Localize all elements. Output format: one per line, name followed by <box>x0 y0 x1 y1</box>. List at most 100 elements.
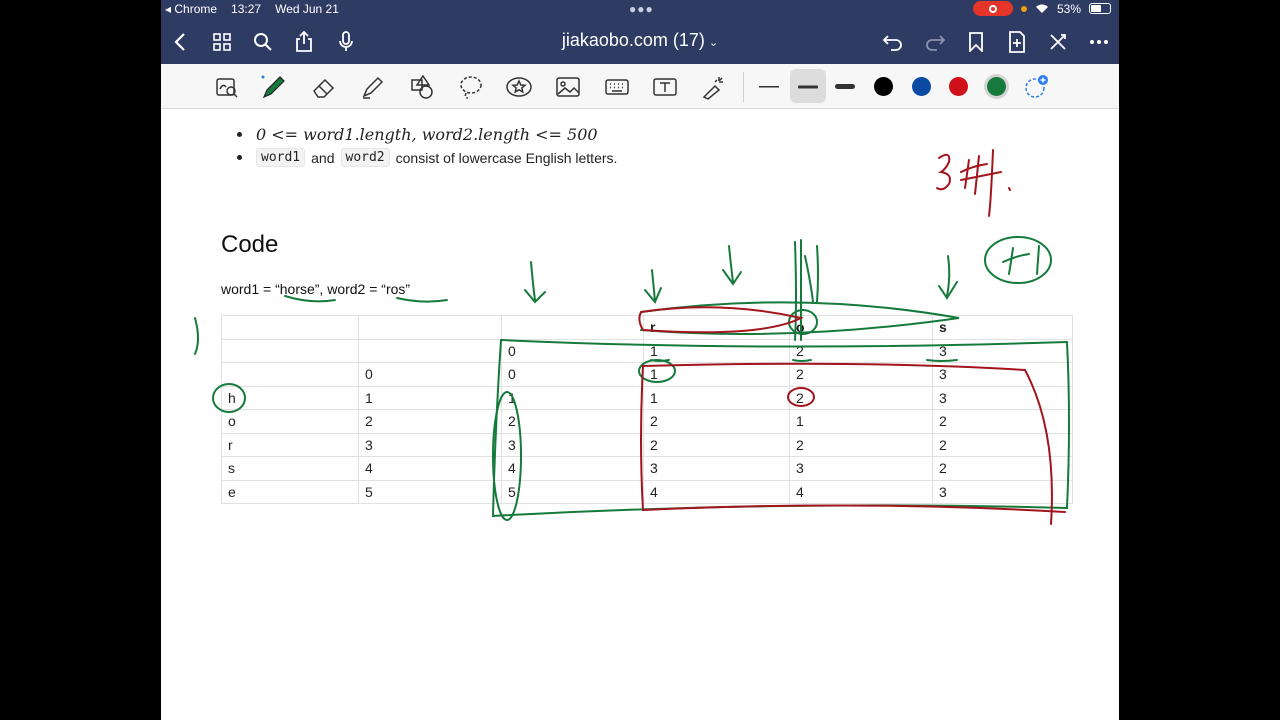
thick-stroke-icon[interactable] <box>830 72 860 102</box>
bullet-dot <box>237 155 242 160</box>
grid-icon[interactable] <box>209 29 235 55</box>
table-cell: 3 <box>932 338 1073 363</box>
table-cell: 2 <box>932 432 1073 457</box>
constraint-length: 0 <= word1.length, word2.length <= 500 <box>237 125 598 144</box>
code-word1: word1 <box>256 148 306 167</box>
table-cell <box>501 315 644 340</box>
section-heading-code: Code <box>221 231 279 258</box>
example-input: word1 = “horse”, word2 = “ros” <box>221 281 411 297</box>
table-cell: 1 <box>358 385 502 410</box>
text-box-icon[interactable] <box>650 72 680 102</box>
zoom-lasso-icon[interactable] <box>212 72 242 102</box>
table-cell: r <box>643 315 790 340</box>
status-time: 13:27 <box>231 2 262 16</box>
drawing-toolbar <box>161 64 1119 109</box>
table-cell: o <box>789 315 933 340</box>
color-green-swatch-selected[interactable] <box>987 77 1006 96</box>
table-cell: 2 <box>932 409 1073 434</box>
table-cell: 0 <box>501 338 644 363</box>
table-cell: 3 <box>358 432 502 457</box>
table-cell: 3 <box>932 479 1073 504</box>
table-cell: s <box>932 315 1073 340</box>
battery-percent: 53% <box>1056 1 1081 16</box>
back-to-app-link[interactable]: ◂ Chrome <box>165 2 217 16</box>
ipad-screen: ◂ Chrome 13:27 Wed Jun 21 ●●● 53% jiakao… <box>161 0 1119 720</box>
mic-icon[interactable] <box>333 29 359 55</box>
table-row: 00123 <box>221 362 1073 387</box>
dp-table: ros012300123h11123o22212r33222s44332e554… <box>221 315 1073 504</box>
table-cell: 2 <box>789 338 933 363</box>
table-cell: 2 <box>643 409 790 434</box>
color-blue-swatch[interactable] <box>912 77 931 96</box>
screen-recording-icon[interactable] <box>972 1 1013 16</box>
table-cell: 3 <box>789 456 933 481</box>
color-red-swatch[interactable] <box>949 77 968 96</box>
add-page-icon[interactable] <box>1004 29 1030 55</box>
bookmark-icon[interactable] <box>963 29 989 55</box>
table-cell: 5 <box>501 479 644 504</box>
table-cell <box>358 338 502 363</box>
table-cell: 4 <box>789 479 933 504</box>
color-black-swatch[interactable] <box>874 77 893 96</box>
table-cell: 3 <box>932 362 1073 387</box>
constraint-rest: consist of lowercase English letters. <box>395 149 618 166</box>
table-cell: 1 <box>501 385 644 410</box>
table-cell: 4 <box>501 456 644 481</box>
table-cell: 5 <box>358 479 502 504</box>
undo-icon[interactable] <box>880 29 906 55</box>
keyboard-icon[interactable] <box>602 72 632 102</box>
document-page: 0 <= word1.length, word2.length <= 500 w… <box>161 109 1119 720</box>
table-cell: r <box>221 432 359 457</box>
wifi-icon <box>1035 4 1048 13</box>
table-cell: 2 <box>789 385 933 410</box>
constraint-letters: word1 and word2 consist of lowercase Eng… <box>237 148 617 167</box>
lasso-icon[interactable] <box>456 72 486 102</box>
table-cell: 0 <box>358 362 502 387</box>
highlighter-icon[interactable] <box>358 72 388 102</box>
redo-icon[interactable] <box>922 29 948 55</box>
nav-bar: jiakaobo.com (17) ⌄ <box>161 19 1119 64</box>
table-row: ros <box>221 315 1073 340</box>
table-cell: 1 <box>789 409 933 434</box>
toolbar-divider <box>743 72 744 102</box>
close-icon[interactable] <box>1045 29 1071 55</box>
table-cell: 1 <box>643 385 790 410</box>
image-icon[interactable] <box>553 72 583 102</box>
mic-in-use-icon <box>1020 5 1027 12</box>
table-row: h11123 <box>221 385 1073 410</box>
table-cell: e <box>221 479 359 504</box>
shapes-icon[interactable] <box>407 72 437 102</box>
pen-icon[interactable] <box>259 72 289 102</box>
multitasking-dots-icon[interactable]: ●●● <box>629 2 654 16</box>
table-cell <box>221 338 359 363</box>
table-cell: 2 <box>643 432 790 457</box>
table-row: o22212 <box>221 409 1073 434</box>
table-row: s44332 <box>221 456 1073 481</box>
table-cell: 3 <box>932 385 1073 410</box>
table-row: r33222 <box>221 432 1073 457</box>
table-cell: s <box>221 456 359 481</box>
back-app-label: Chrome <box>174 2 218 16</box>
back-icon[interactable] <box>167 29 193 55</box>
constraint-and: and <box>311 149 335 166</box>
table-cell: h <box>221 385 359 410</box>
table-cell: o <box>221 409 359 434</box>
chevron-down-icon: ⌄ <box>708 37 719 49</box>
table-cell: 2 <box>358 409 502 434</box>
medium-stroke-icon[interactable] <box>793 72 823 102</box>
table-cell: 3 <box>501 432 644 457</box>
table-cell: 4 <box>358 456 502 481</box>
eraser-icon[interactable] <box>309 72 339 102</box>
add-color-icon[interactable] <box>1021 72 1051 102</box>
table-row: 0123 <box>221 338 1073 363</box>
table-cell: 0 <box>501 362 644 387</box>
sticker-icon[interactable] <box>504 72 534 102</box>
table-cell: 3 <box>643 456 790 481</box>
table-cell <box>221 362 359 387</box>
share-icon[interactable] <box>291 29 317 55</box>
table-cell <box>358 315 502 340</box>
laser-pointer-icon[interactable] <box>699 72 729 102</box>
search-icon[interactable] <box>250 29 276 55</box>
more-icon[interactable] <box>1086 29 1112 55</box>
thin-stroke-icon[interactable] <box>754 72 784 102</box>
